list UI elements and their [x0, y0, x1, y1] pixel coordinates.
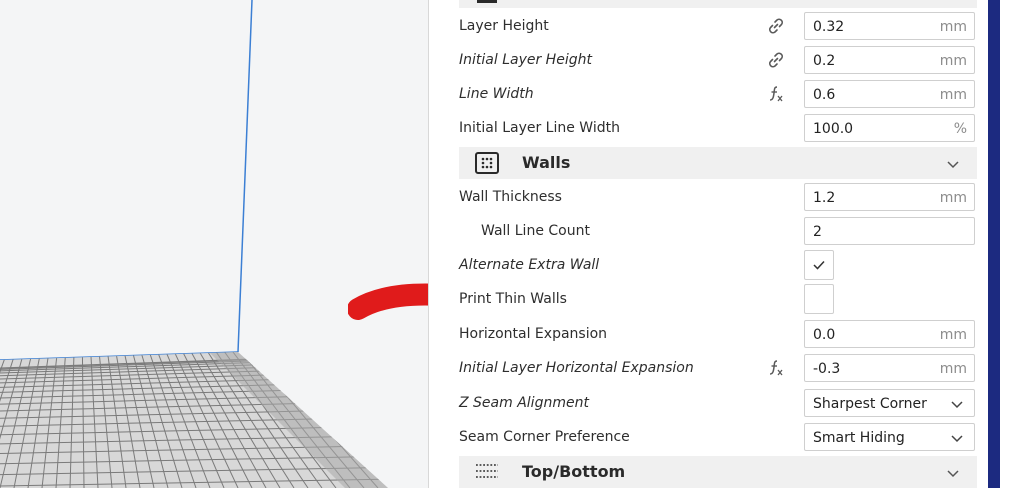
setting-label: Seam Corner Preference	[459, 429, 630, 445]
walls-section-header[interactable]: Walls	[459, 147, 977, 179]
quality-section-header[interactable]	[459, 0, 977, 8]
field-value: 100.0	[813, 121, 854, 137]
select-value: Smart Hiding	[813, 430, 905, 446]
print-settings-panel: Layer Height 0.32 mm Initial Layer Heigh…	[428, 0, 989, 488]
layer-height-input[interactable]: 0.32 mm	[804, 12, 975, 40]
initial-layer-line-width-input[interactable]: 100.0 %	[804, 114, 975, 142]
sidebar-accent-bar	[988, 0, 1000, 488]
setting-row-wall-line-count: Wall Line Count 2	[459, 214, 979, 248]
setting-row-wall-thickness: Wall Thickness 1.2 mm	[459, 180, 979, 214]
setting-label: Layer Height	[459, 18, 549, 34]
setting-row-initial-layer-height: Initial Layer Height 0.2 mm	[459, 43, 979, 77]
field-value: 0.0	[813, 327, 836, 343]
field-value: 0.6	[813, 87, 836, 103]
setting-row-z-seam-alignment: Z Seam Alignment Sharpest Corner	[459, 386, 979, 420]
wall-thickness-input[interactable]: 1.2 mm	[804, 183, 975, 211]
setting-label: Initial Layer Height	[459, 52, 592, 68]
setting-row-initial-layer-horizontal-expansion: Initial Layer Horizontal Expansion -0.3 …	[459, 351, 979, 385]
setting-label: Initial Layer Line Width	[459, 120, 620, 136]
field-unit: %	[953, 121, 967, 137]
setting-label: Wall Line Count	[481, 223, 590, 239]
walls-grid-icon	[475, 152, 499, 174]
chevron-down-icon[interactable]	[946, 156, 960, 175]
setting-row-line-width: Line Width 0.6 mm	[459, 77, 979, 111]
setting-label: Alternate Extra Wall	[459, 257, 600, 273]
select-value: Sharpest Corner	[813, 396, 927, 412]
field-value: 1.2	[813, 190, 836, 206]
field-value: 2	[813, 224, 822, 240]
setting-row-horizontal-expansion: Horizontal Expansion 0.0 mm	[459, 317, 979, 351]
field-value: 0.2	[813, 53, 836, 69]
setting-row-layer-height: Layer Height 0.32 mm	[459, 9, 979, 43]
top-bottom-icon	[475, 461, 499, 483]
setting-row-alternate-extra-wall: Alternate Extra Wall	[459, 248, 979, 282]
field-value: 0.32	[813, 19, 845, 35]
setting-label: Line Width	[459, 86, 534, 102]
field-unit: mm	[939, 53, 967, 69]
wall-line-count-input[interactable]: 2	[804, 217, 975, 245]
setting-label: Print Thin Walls	[459, 291, 567, 307]
setting-row-initial-layer-line-width: Initial Layer Line Width 100.0 %	[459, 111, 979, 145]
function-icon[interactable]	[765, 358, 787, 378]
field-unit: mm	[939, 327, 967, 343]
chevron-down-icon	[950, 430, 964, 449]
window-right-edge	[988, 0, 1024, 488]
3d-viewport[interactable]	[0, 0, 428, 488]
top-bottom-section-header[interactable]: Top/Bottom	[459, 456, 977, 488]
setting-row-print-thin-walls: Print Thin Walls	[459, 282, 979, 316]
z-seam-alignment-select[interactable]: Sharpest Corner	[804, 389, 975, 417]
setting-label: Horizontal Expansion	[459, 326, 608, 342]
build-plate-scene	[0, 0, 388, 488]
chevron-down-icon	[950, 396, 964, 415]
initial-layer-height-input[interactable]: 0.2 mm	[804, 46, 975, 74]
field-unit: mm	[939, 361, 967, 377]
print-thin-walls-checkbox[interactable]	[804, 284, 834, 314]
setting-label: Wall Thickness	[459, 189, 562, 205]
line-width-input[interactable]: 0.6 mm	[804, 80, 975, 108]
initial-layer-horizontal-expansion-input[interactable]: -0.3 mm	[804, 354, 975, 382]
link-icon[interactable]	[765, 50, 787, 70]
chevron-down-icon[interactable]	[946, 465, 960, 484]
checkmark-icon	[813, 260, 825, 270]
section-title: Top/Bottom	[522, 462, 626, 481]
horizontal-expansion-input[interactable]: 0.0 mm	[804, 320, 975, 348]
build-volume-edge	[237, 0, 253, 353]
field-unit: mm	[939, 190, 967, 206]
seam-corner-preference-select[interactable]: Smart Hiding	[804, 423, 975, 451]
setting-label: Initial Layer Horizontal Expansion	[459, 360, 694, 376]
section-title: Walls	[522, 153, 571, 172]
link-icon[interactable]	[765, 16, 787, 36]
function-icon[interactable]	[765, 84, 787, 104]
alternate-extra-wall-checkbox[interactable]	[804, 250, 834, 280]
field-unit: mm	[939, 87, 967, 103]
field-unit: mm	[939, 19, 967, 35]
field-value: -0.3	[813, 361, 841, 377]
setting-label: Z Seam Alignment	[459, 395, 589, 411]
setting-row-seam-corner-preference: Seam Corner Preference Smart Hiding	[459, 420, 979, 454]
